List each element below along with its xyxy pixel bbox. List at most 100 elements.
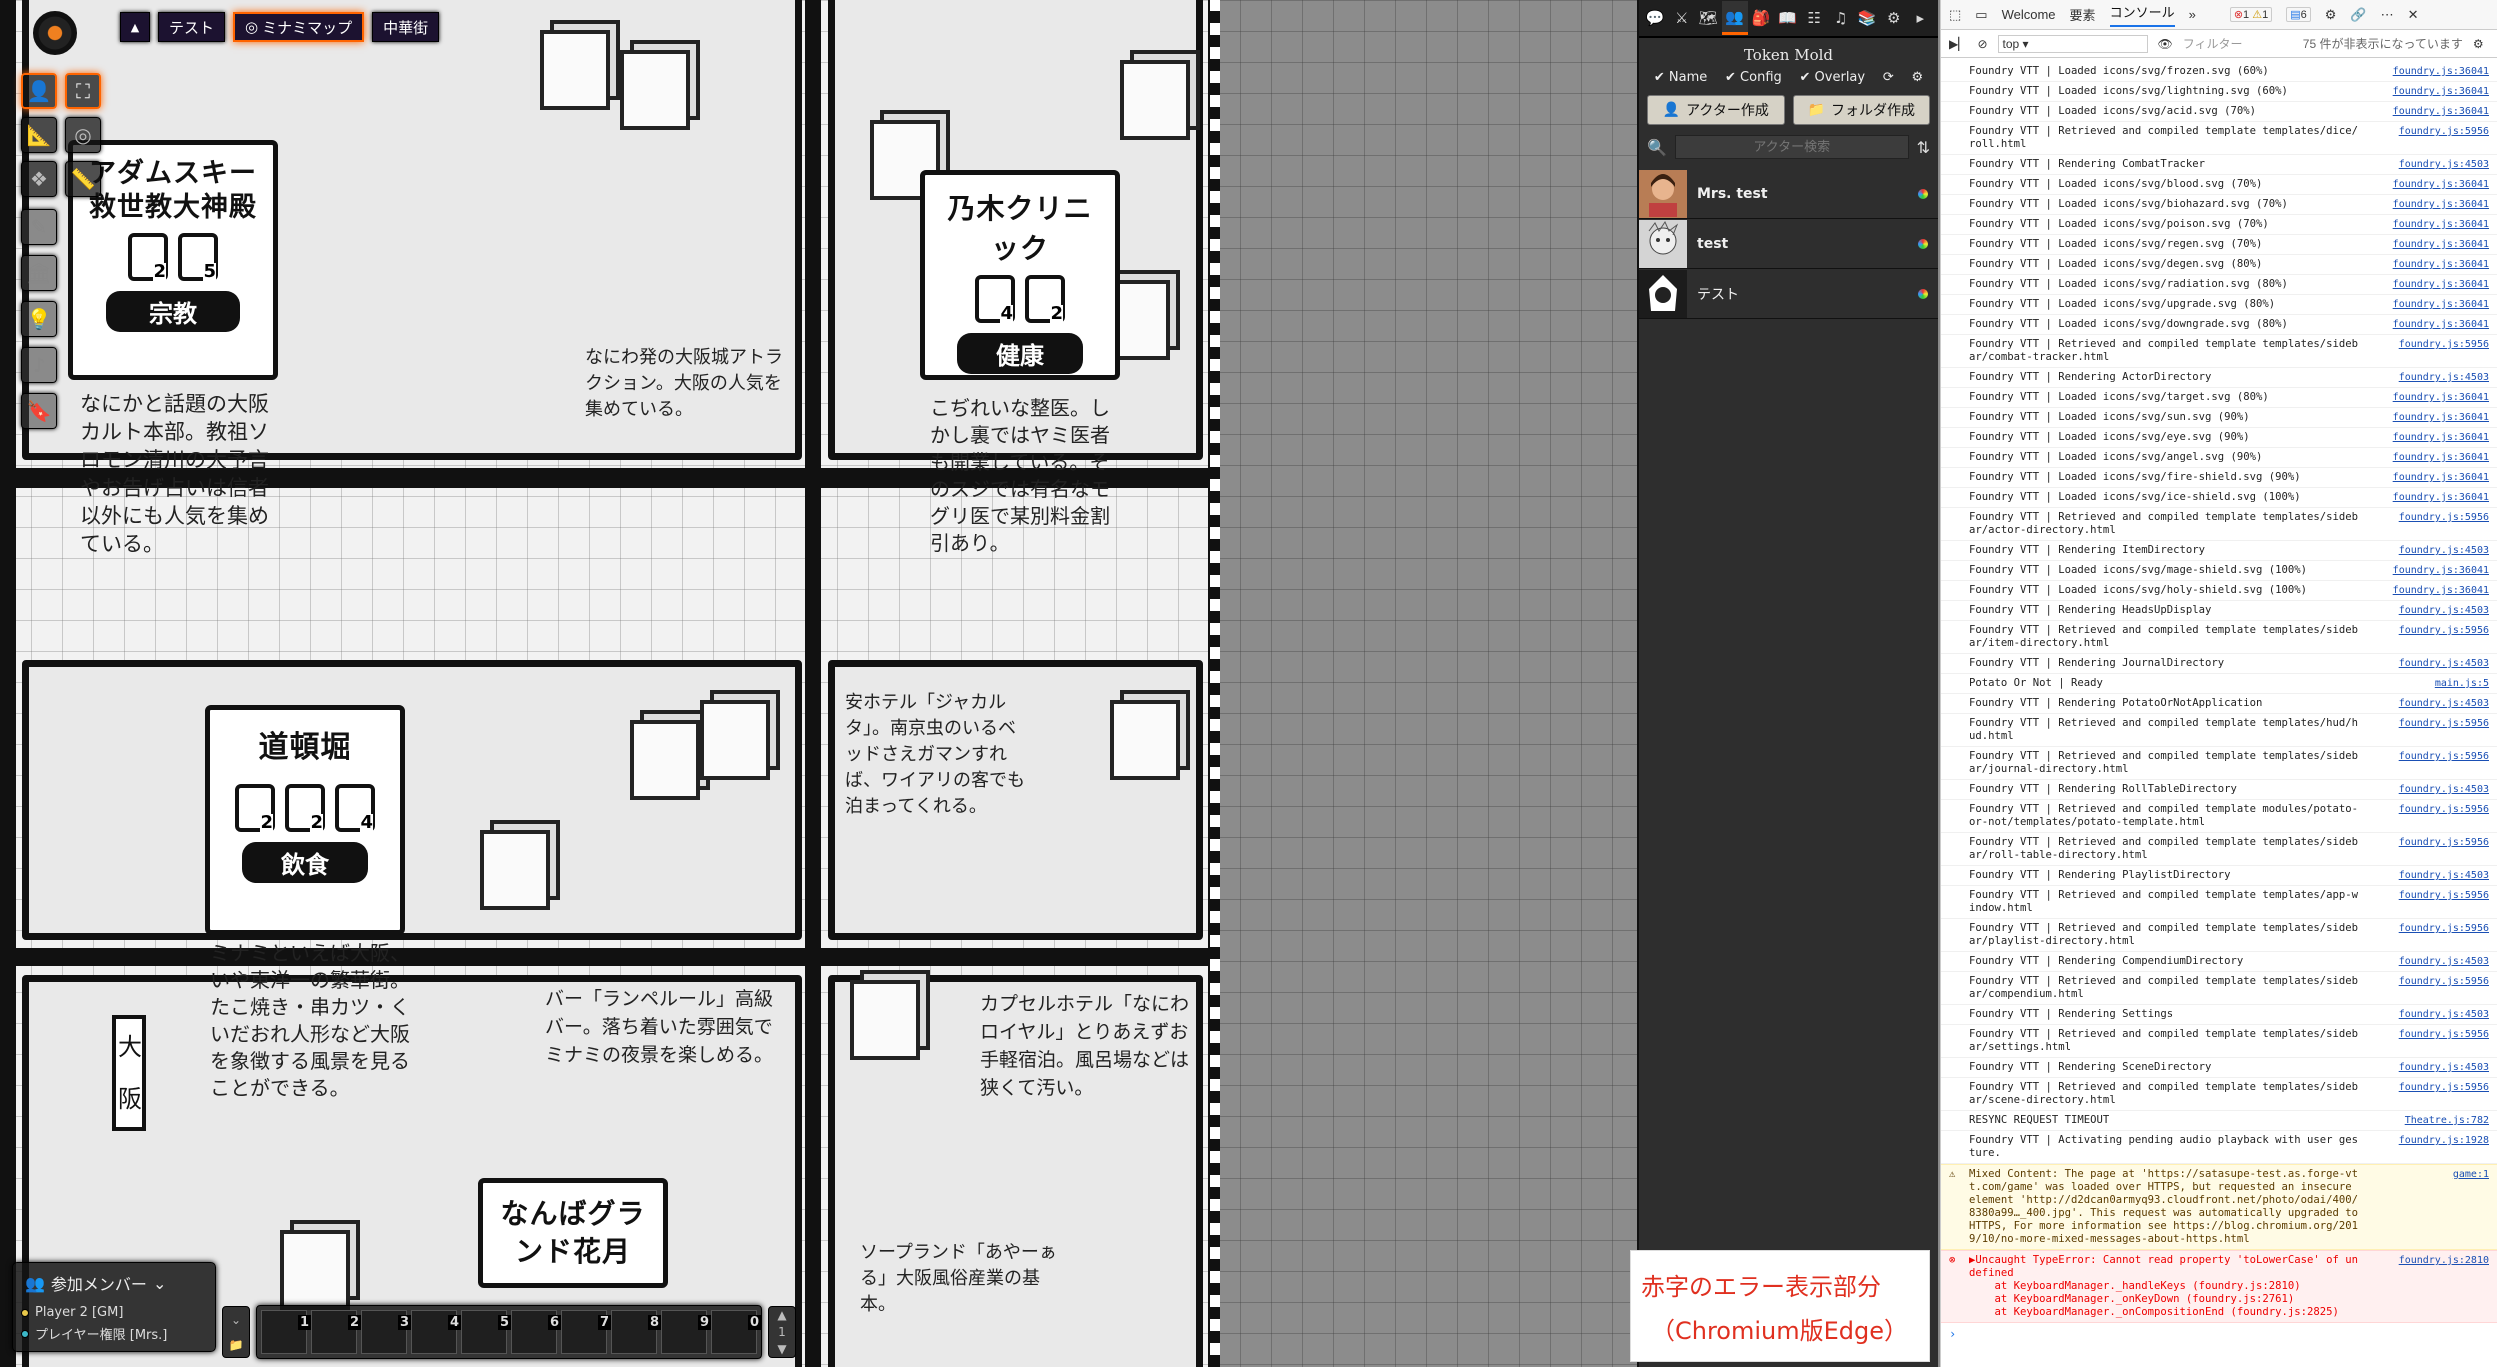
tab-console[interactable]: コンソール (2109, 2, 2175, 27)
console-source-link[interactable]: foundry.js:36041 (2393, 451, 2489, 464)
option-overlay-toggle[interactable]: ✔ Overlay (1800, 70, 1866, 85)
caret-down-icon[interactable]: ▼ (777, 1342, 786, 1356)
create-actor-button[interactable]: 👤 アクター作成 (1647, 95, 1785, 125)
menu-icon[interactable]: ⋯ (2381, 7, 2394, 23)
foundry-logo[interactable] (22, 5, 88, 61)
target-tool-button[interactable]: ◎ (65, 117, 101, 153)
console-source-link[interactable]: foundry.js:36041 (2393, 431, 2489, 444)
console-source-link[interactable]: foundry.js:36041 (2393, 411, 2489, 424)
actor-search-input[interactable] (1674, 135, 1909, 159)
console-source-link[interactable]: foundry.js:5956 (2399, 1028, 2489, 1054)
console-source-link[interactable]: foundry.js:4503 (2399, 955, 2489, 968)
connect-icon[interactable]: 🔗 (2350, 7, 2366, 23)
macro-slot[interactable]: 1 (261, 1310, 312, 1354)
console-source-link[interactable]: foundry.js:36041 (2393, 298, 2489, 311)
console-output[interactable]: Foundry VTT | Loaded icons/svg/frozen.sv… (1941, 58, 2497, 1358)
players-list[interactable]: 👥 参加メンバー ⌄ Player 2 [GM] プレイヤー権限 [Mrs.] (12, 1262, 216, 1352)
console-source-link[interactable]: foundry.js:2810 (2399, 1254, 2489, 1319)
console-source-link[interactable]: foundry.js:4503 (2399, 604, 2489, 617)
console-source-link[interactable]: foundry.js:36041 (2393, 584, 2489, 597)
actor-entry[interactable]: Mrs. test (1639, 169, 1938, 219)
actor-entry[interactable]: テスト (1639, 269, 1938, 319)
console-source-link[interactable]: foundry.js:4503 (2399, 657, 2489, 670)
console-source-link[interactable]: foundry.js:5956 (2399, 338, 2489, 364)
caret-up-icon[interactable]: ▲ (777, 1308, 786, 1322)
console-source-link[interactable]: foundry.js:5956 (2399, 511, 2489, 537)
scene-tab[interactable]: テスト (158, 12, 226, 42)
console-source-link[interactable]: foundry.js:5956 (2399, 1081, 2489, 1107)
console-source-link[interactable]: foundry.js:36041 (2393, 471, 2489, 484)
console-source-link[interactable]: foundry.js:36041 (2393, 85, 2489, 98)
filter-input[interactable]: フィルター (2183, 35, 2293, 52)
console-source-link[interactable]: foundry.js:4503 (2399, 544, 2489, 557)
option-name-toggle[interactable]: ✔ Name (1654, 70, 1707, 85)
tab-journal[interactable]: 📖 (1775, 1, 1802, 35)
console-source-link[interactable]: foundry.js:5956 (2399, 975, 2489, 1001)
console-source-link[interactable]: foundry.js:5956 (2399, 624, 2489, 650)
token-controls-button[interactable]: 👤 (21, 73, 57, 109)
device-icon[interactable]: ▭ (1975, 7, 1987, 23)
console-source-link[interactable]: foundry.js:4503 (2399, 869, 2489, 882)
chevron-down-icon[interactable]: ⌄ (231, 1313, 241, 1327)
gear-icon[interactable]: ⚙ (1911, 70, 1923, 85)
console-source-link[interactable]: foundry.js:4503 (2399, 697, 2489, 710)
ruler-tool-button[interactable]: 📏 (65, 161, 101, 197)
sound-controls-button[interactable]: ♪ (21, 347, 57, 383)
close-icon[interactable]: ✕ (2408, 7, 2419, 23)
macro-slot[interactable]: 3 (361, 1310, 412, 1354)
tab-settings[interactable]: ⚙ (1881, 1, 1908, 35)
macro-slot[interactable]: 6 (511, 1310, 562, 1354)
issue-counts[interactable]: ⊗1 ⚠1 (2229, 7, 2273, 22)
console-source-link[interactable]: foundry.js:36041 (2393, 491, 2489, 504)
console-source-link[interactable]: foundry.js:36041 (2393, 318, 2489, 331)
drawing-controls-button[interactable]: ✎ (21, 209, 57, 245)
console-source-link[interactable]: foundry.js:36041 (2393, 258, 2489, 271)
gear-icon[interactable]: ⚙ (2325, 7, 2337, 23)
refresh-icon[interactable]: ⟳ (1883, 70, 1894, 85)
tab-welcome[interactable]: Welcome (2002, 7, 2056, 22)
scene-tab[interactable]: 中華街 (372, 12, 440, 42)
players-header[interactable]: 👥 参加メンバー ⌄ (21, 1269, 207, 1303)
console-source-link[interactable]: foundry.js:5956 (2399, 922, 2489, 948)
console-source-link[interactable]: foundry.js:36041 (2393, 65, 2489, 78)
console-source-link[interactable]: foundry.js:5956 (2399, 803, 2489, 829)
more-tabs-icon[interactable]: » (2189, 7, 2196, 22)
macro-slot[interactable]: 2 (311, 1310, 362, 1354)
expand-tool-button[interactable]: ⛶ (65, 73, 101, 109)
console-source-link[interactable]: foundry.js:5956 (2399, 889, 2489, 915)
console-source-link[interactable]: foundry.js:36041 (2393, 198, 2489, 211)
measure-controls-button[interactable]: 📐 (21, 117, 57, 153)
console-source-link[interactable]: foundry.js:36041 (2393, 238, 2489, 251)
console-source-link[interactable]: main.js:5 (2435, 677, 2489, 690)
folder-icon[interactable]: 📁 (229, 1338, 244, 1352)
console-source-link[interactable]: foundry.js:36041 (2393, 218, 2489, 231)
macro-slot[interactable]: 8 (611, 1310, 662, 1354)
eye-icon[interactable]: 👁 (2158, 37, 2173, 51)
sidebar-collapse[interactable]: ▸ (1907, 1, 1934, 35)
tab-elements[interactable]: 要素 (2070, 5, 2096, 24)
tab-playlists[interactable]: ♫ (1828, 1, 1855, 35)
console-source-link[interactable]: foundry.js:36041 (2393, 105, 2489, 118)
wall-controls-button[interactable]: 🏛 (21, 255, 57, 291)
console-source-link[interactable]: foundry.js:4503 (2399, 1008, 2489, 1021)
actor-entry[interactable]: test (1639, 219, 1938, 269)
console-source-link[interactable]: foundry.js:5956 (2399, 836, 2489, 862)
create-folder-button[interactable]: 📁 フォルダ作成 (1792, 95, 1930, 125)
sort-icon[interactable]: ⇅ (1917, 138, 1930, 157)
console-source-link[interactable]: foundry.js:5956 (2399, 125, 2489, 151)
inspect-icon[interactable]: ⬚ (1949, 7, 1961, 23)
clear-icon[interactable]: ⊘ (1977, 37, 1987, 51)
lighting-controls-button[interactable]: 💡 (21, 301, 57, 337)
console-source-link[interactable]: foundry.js:36041 (2393, 178, 2489, 191)
console-source-link[interactable]: foundry.js:5956 (2399, 750, 2489, 776)
game-canvas[interactable]: アダムスキー救世教大神殿 2 5 宗教 なにかと話題の大阪カルト本部。教祖ソロモ… (0, 0, 1637, 1367)
notes-controls-button[interactable]: 🔖 (21, 393, 57, 429)
info-count[interactable]: ▤6 (2286, 7, 2311, 22)
tab-combat[interactable]: ⚔ (1669, 1, 1696, 35)
scene-map[interactable]: アダムスキー救世教大神殿 2 5 宗教 なにかと話題の大阪カルト本部。教祖ソロモ… (0, 0, 1220, 1367)
macro-slot[interactable]: 4 (411, 1310, 462, 1354)
console-prompt[interactable]: › (1941, 1323, 2497, 1345)
context-select[interactable]: top ▾ (1997, 34, 2148, 53)
console-source-link[interactable]: foundry.js:36041 (2393, 564, 2489, 577)
macro-slot[interactable]: 7 (561, 1310, 612, 1354)
